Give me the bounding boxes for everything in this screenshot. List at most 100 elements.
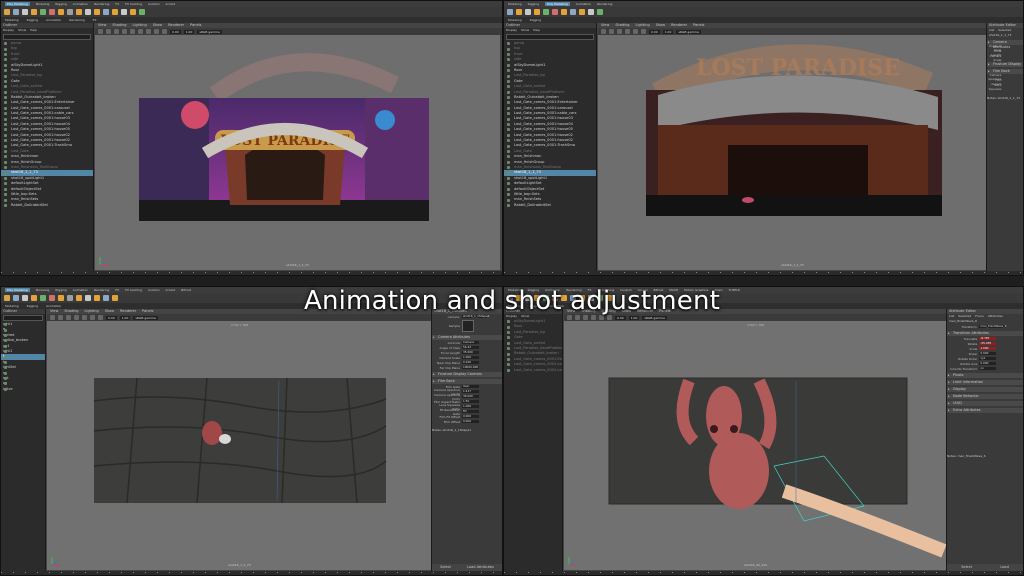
menu-item-rigging[interactable]: Rigging xyxy=(528,2,539,6)
grid-icon[interactable] xyxy=(154,29,159,34)
tab-curves[interactable]: Modeling xyxy=(5,18,19,22)
textured-icon[interactable] xyxy=(122,29,127,34)
outliner-search-input[interactable] xyxy=(3,34,91,40)
time-slider[interactable] xyxy=(504,271,1023,275)
outliner-menu-show[interactable]: Show xyxy=(521,28,529,33)
attr-value-field[interactable]: on xyxy=(979,366,997,371)
frustum-section[interactable]: Frustum Display xyxy=(987,62,1023,67)
move-tool-icon[interactable] xyxy=(507,9,513,15)
gamma-field[interactable]: 1.00 xyxy=(183,29,195,34)
attr-value-field[interactable]: Fill xyxy=(462,409,479,414)
attr-section-uuid[interactable]: UUID xyxy=(947,401,1023,406)
attr-value-field[interactable]: 10000.000 xyxy=(462,365,479,370)
xray-icon[interactable] xyxy=(146,29,151,34)
cube-icon[interactable] xyxy=(103,9,109,15)
outliner-menu-help[interactable]: Help xyxy=(533,28,540,33)
attr-value-field[interactable]: 1.000 xyxy=(462,404,479,409)
time-slider[interactable] xyxy=(1,571,502,575)
hypershade-icon[interactable] xyxy=(561,9,567,15)
viewport-panel[interactable]: LOST PARADISE shot16_1_1_73 xyxy=(598,35,987,270)
attr-value-field[interactable]: User xyxy=(462,384,479,389)
snap-grid-icon[interactable] xyxy=(40,9,46,15)
snap-curve-icon[interactable] xyxy=(552,9,558,15)
smooth-shade-icon[interactable] xyxy=(114,29,119,34)
exposure-field[interactable]: 0.00 xyxy=(170,29,181,34)
attr-value-field[interactable]: 36.000 xyxy=(462,394,479,399)
attr-value-field[interactable]: 1.000 xyxy=(979,346,997,351)
sphere-icon[interactable] xyxy=(579,9,585,15)
select-button[interactable]: Select xyxy=(440,564,451,571)
attr-value-field[interactable]: -55.435 xyxy=(979,341,997,346)
transform-field[interactable]: man_finishWave_6 xyxy=(979,324,1006,329)
workspace-menu[interactable]: Poly Modeling xyxy=(5,2,30,6)
snap-curve-icon[interactable] xyxy=(49,9,55,15)
menu-item-modeling[interactable]: Modeling xyxy=(36,2,50,6)
cylinder-icon[interactable] xyxy=(121,9,127,15)
menu-item-arnold[interactable]: Arnold xyxy=(166,2,176,6)
outliner-item[interactable]: Rabbit_DollrabbitSet xyxy=(504,203,596,208)
rotate-tool-icon[interactable] xyxy=(22,9,28,15)
exposure-field[interactable]: 0.00 xyxy=(106,315,117,320)
attr-value-field[interactable]: 0.000 xyxy=(979,351,997,356)
attr-section-pivots[interactable]: Pivots xyxy=(947,373,1023,378)
attr-section-display[interactable]: Display xyxy=(947,387,1023,392)
scale-tool-icon[interactable] xyxy=(31,9,37,15)
film-back-section[interactable]: Film Back xyxy=(432,379,502,384)
menu-item-rigging[interactable]: Rigging xyxy=(55,2,66,6)
outliner-menu-display[interactable]: Display xyxy=(3,28,14,33)
wireframe-icon[interactable] xyxy=(609,29,614,34)
menu-item-rendering[interactable]: Rendering xyxy=(597,2,612,6)
outliner-menu-help[interactable]: Help xyxy=(30,28,37,33)
attr-section-node-behavior[interactable]: Node Behavior xyxy=(947,394,1023,399)
plane-icon[interactable] xyxy=(130,9,136,15)
film-back-section[interactable]: Film Back xyxy=(987,69,1023,74)
tab-animation[interactable]: FX xyxy=(93,18,97,22)
snap-point-icon[interactable] xyxy=(58,9,64,15)
move-tool-icon[interactable] xyxy=(13,9,19,15)
color-space-select[interactable]: sRGB gamma xyxy=(197,29,222,34)
gamma-field[interactable]: 1.00 xyxy=(119,315,131,320)
wireframe-icon[interactable] xyxy=(106,29,111,34)
camera-icon[interactable] xyxy=(601,29,606,34)
load-attributes-button[interactable]: Load Attributes xyxy=(467,564,494,571)
cylinder-icon[interactable] xyxy=(588,9,594,15)
render-icon[interactable] xyxy=(67,9,73,15)
attr-value-field[interactable]: 0.000 xyxy=(462,419,479,424)
color-space-select[interactable]: sRGB gamma xyxy=(642,315,667,320)
load-button[interactable]: Load xyxy=(1000,564,1008,571)
menu-item-fx-caching[interactable]: FX Caching xyxy=(125,2,142,6)
attr-value-field[interactable]: 0.100 xyxy=(462,360,479,365)
outliner-item[interactable]: Lost_Gate_comes_0001:cable_cars xyxy=(504,368,562,373)
outliner-menu-display[interactable]: Display xyxy=(506,28,517,33)
menu-item-modeling[interactable]: Modeling xyxy=(508,2,522,6)
attr-value-field[interactable]: xyz xyxy=(979,356,997,361)
menu-item-fx[interactable]: FX xyxy=(115,2,119,6)
snap-point-icon[interactable] xyxy=(516,9,522,15)
tab-polygons[interactable]: Rigging xyxy=(530,18,541,22)
outliner-item[interactable]: Rabbit_DollrabbitSet xyxy=(1,203,93,208)
attr-value-field[interactable]: 54.43 xyxy=(462,345,479,350)
shadows-icon[interactable] xyxy=(138,29,143,34)
camera-attributes-section[interactable]: Camera Attributes xyxy=(987,40,1023,49)
torus-icon[interactable] xyxy=(597,9,603,15)
time-slider[interactable] xyxy=(1,271,502,275)
tab-polygons[interactable]: Rigging xyxy=(27,18,38,22)
attr-value-field[interactable]: 1.417 xyxy=(462,389,479,394)
ipr-render-icon[interactable] xyxy=(76,9,82,15)
snap-grid-icon[interactable] xyxy=(543,9,549,15)
menu-item-custom[interactable]: Custom xyxy=(148,2,160,6)
grid-icon[interactable] xyxy=(641,29,646,34)
outliner-menu-show[interactable]: Show xyxy=(18,28,26,33)
attr-section-extra-attributes[interactable]: Extra Attributes xyxy=(947,408,1023,413)
menu-item-rendering[interactable]: Rendering xyxy=(94,2,109,6)
menu-item-animation[interactable]: Animation xyxy=(73,2,88,6)
textured-icon[interactable] xyxy=(625,29,630,34)
viewport-panel[interactable]: 1792 x 768 shot16_1_1_73 xyxy=(47,321,432,570)
camera-icon[interactable] xyxy=(98,29,103,34)
tab-sculpting[interactable]: Animation xyxy=(46,18,61,22)
color-space-select[interactable]: sRGB gamma xyxy=(133,315,158,320)
transform-attributes-section[interactable]: Transform Attributes xyxy=(947,331,1023,336)
gamma-field[interactable]: 1.00 xyxy=(662,29,674,34)
color-space-select[interactable]: sRGB gamma xyxy=(676,29,701,34)
tab-rigging[interactable]: Rendering xyxy=(69,18,84,22)
